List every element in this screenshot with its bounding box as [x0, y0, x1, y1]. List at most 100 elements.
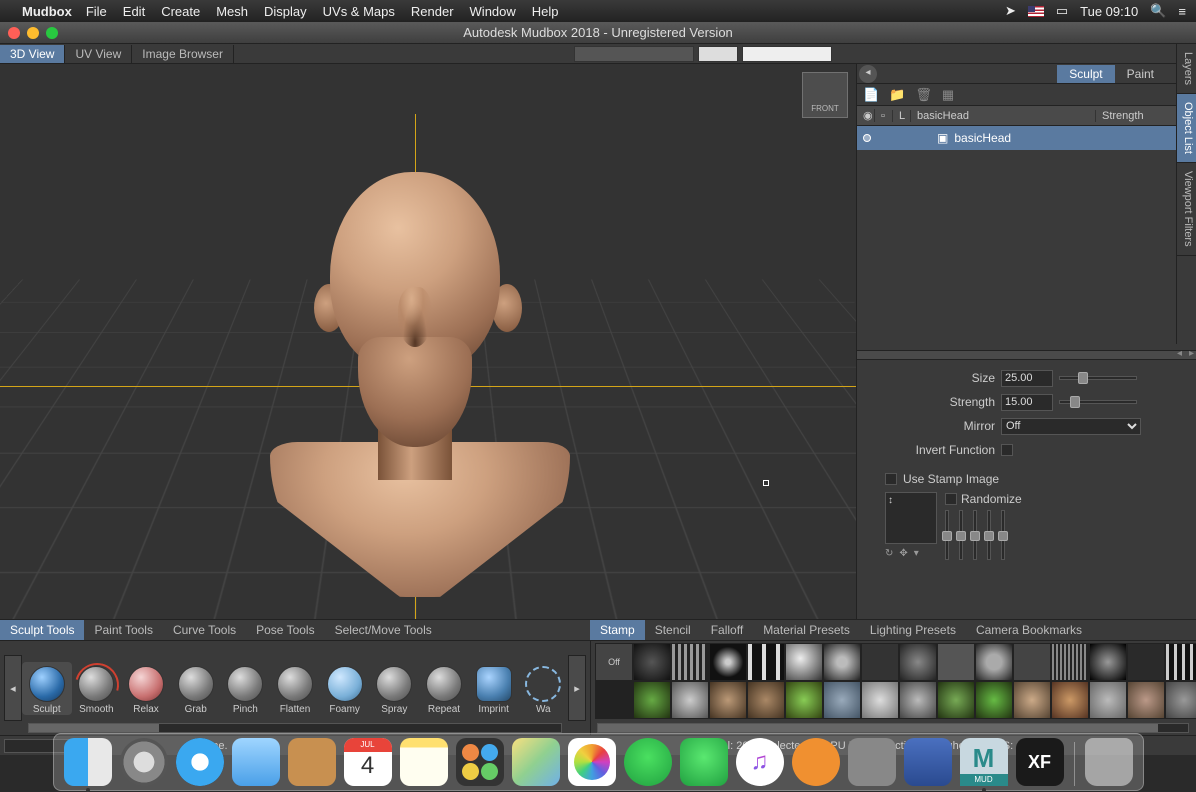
layer-options-icon[interactable]: ▦ — [942, 87, 954, 103]
stamp-thumb[interactable] — [937, 681, 975, 719]
tool-grab[interactable]: Grab — [171, 662, 221, 715]
panel-history-back[interactable]: ◂ — [859, 65, 877, 83]
dock-itunes-icon[interactable] — [736, 738, 784, 786]
dock-contacts-icon[interactable] — [288, 738, 336, 786]
dock-safari-icon[interactable] — [176, 738, 224, 786]
minimize-window-button[interactable] — [27, 27, 39, 39]
tool-smooth[interactable]: Smooth — [72, 662, 122, 715]
menu-uvs[interactable]: UVs & Maps — [323, 4, 395, 19]
dock-launchpad-icon[interactable] — [120, 738, 168, 786]
stamp-expand-icon[interactable]: ↕ — [888, 495, 893, 506]
stamp-thumb[interactable] — [975, 681, 1013, 719]
stamp-thumb[interactable] — [747, 643, 785, 681]
stamp-thumb[interactable] — [1089, 643, 1127, 681]
tab-sculpt-layers[interactable]: Sculpt — [1057, 65, 1114, 83]
stamp-thumb[interactable] — [709, 643, 747, 681]
stamp-thumb[interactable] — [671, 681, 709, 719]
new-folder-icon[interactable]: 📁 — [889, 87, 905, 103]
btab-stamp[interactable]: Stamp — [590, 620, 645, 640]
tool-pinch[interactable]: Pinch — [221, 662, 271, 715]
btab-material-presets[interactable]: Material Presets — [753, 620, 860, 640]
stamp-thumb[interactable] — [1127, 681, 1165, 719]
mirror-select[interactable]: Off — [1001, 418, 1141, 435]
dock-calendar-icon[interactable] — [344, 738, 392, 786]
new-layer-icon[interactable]: 📄 — [863, 87, 879, 103]
btab-select-move-tools[interactable]: Select/Move Tools — [325, 620, 442, 640]
rand-slider-1[interactable] — [945, 510, 949, 560]
layer-row-basichead[interactable]: ▣ basicHead — [857, 126, 1196, 150]
tools-scroll-right[interactable]: ▸ — [568, 655, 586, 721]
use-stamp-checkbox[interactable] — [885, 473, 897, 485]
dock-messages-icon[interactable] — [624, 738, 672, 786]
btab-sculpt-tools[interactable]: Sculpt Tools — [0, 620, 84, 640]
panel-splitter[interactable] — [857, 350, 1196, 360]
menu-display[interactable]: Display — [264, 4, 307, 19]
stamp-thumb[interactable] — [709, 681, 747, 719]
stamp-thumb[interactable] — [823, 643, 861, 681]
rand-slider-3[interactable] — [973, 510, 977, 560]
input-locale-icon[interactable] — [1028, 6, 1044, 17]
invert-checkbox[interactable] — [1001, 444, 1013, 456]
stamp-off[interactable]: Off — [595, 643, 633, 681]
stamp-reset-icon[interactable]: ↻ — [885, 548, 893, 559]
btab-pose-tools[interactable]: Pose Tools — [246, 620, 324, 640]
randomize-checkbox[interactable] — [945, 493, 957, 505]
stamp-thumb[interactable] — [1165, 643, 1196, 681]
btab-curve-tools[interactable]: Curve Tools — [163, 620, 246, 640]
menu-help[interactable]: Help — [532, 4, 559, 19]
size-slider[interactable] — [1059, 376, 1137, 380]
close-window-button[interactable] — [8, 27, 20, 39]
menubar-clock[interactable]: Tue 09:10 — [1080, 4, 1138, 19]
tab-3d-view[interactable]: 3D View — [0, 45, 65, 63]
material-select[interactable] — [742, 46, 832, 62]
dock-notes-icon[interactable] — [400, 738, 448, 786]
layer-visible-icon[interactable] — [863, 134, 871, 142]
tool-spray[interactable]: Spray — [369, 662, 419, 715]
vtab-viewport-filters[interactable]: Viewport Filters — [1177, 163, 1196, 256]
shading-select[interactable] — [698, 46, 738, 62]
dock-ibooks-icon[interactable] — [792, 738, 840, 786]
displays-icon[interactable]: ▭ — [1056, 3, 1068, 19]
app-menu[interactable]: Mudbox — [22, 4, 72, 19]
stamp-thumb[interactable] — [1051, 643, 1089, 681]
tool-sculpt[interactable]: Sculpt — [22, 662, 72, 715]
stamp-thumb[interactable] — [823, 681, 861, 719]
dock-trash-icon[interactable] — [1085, 738, 1133, 786]
dock-books-icon[interactable] — [904, 738, 952, 786]
tool-wax[interactable]: Wa — [518, 662, 568, 715]
stamp-thumb[interactable] — [747, 681, 785, 719]
dock-facetime-icon[interactable] — [680, 738, 728, 786]
stamp-thumb[interactable] — [861, 681, 899, 719]
stamp-preview[interactable]: ↕ — [885, 492, 937, 544]
stamp-thumb[interactable] — [595, 681, 633, 719]
btab-stencil[interactable]: Stencil — [645, 620, 701, 640]
tools-scroll-left[interactable]: ◂ — [4, 655, 22, 721]
stamp-move-icon[interactable]: ✥ — [899, 548, 907, 559]
rand-slider-5[interactable] — [1001, 510, 1005, 560]
viewcube[interactable]: FRONT — [802, 72, 848, 118]
stamp-thumb[interactable] — [1127, 643, 1165, 681]
btab-falloff[interactable]: Falloff — [701, 620, 753, 640]
tab-paint-layers[interactable]: Paint — [1115, 65, 1166, 83]
rand-slider-2[interactable] — [959, 510, 963, 560]
strength-input[interactable] — [1001, 394, 1053, 411]
stamp-thumb[interactable] — [785, 681, 823, 719]
menu-list-icon[interactable]: ≡ — [1178, 4, 1186, 19]
rand-slider-4[interactable] — [987, 510, 991, 560]
stamp-thumb[interactable] — [899, 643, 937, 681]
tool-repeat[interactable]: Repeat — [419, 662, 469, 715]
size-input[interactable] — [1001, 370, 1053, 387]
vtab-object-list[interactable]: Object List — [1177, 94, 1196, 163]
stamp-thumb[interactable] — [1165, 681, 1196, 719]
tool-flatten[interactable]: Flatten — [270, 662, 320, 715]
dock-preferences-icon[interactable] — [848, 738, 896, 786]
stamp-thumb[interactable] — [899, 681, 937, 719]
menu-edit[interactable]: Edit — [123, 4, 145, 19]
delete-layer-icon[interactable]: 🗑 — [915, 87, 932, 103]
spotlight-icon[interactable]: 🔍 — [1150, 3, 1166, 19]
stamp-thumb[interactable] — [1013, 681, 1051, 719]
dock-mail-icon[interactable] — [232, 738, 280, 786]
stamp-thumb[interactable] — [1089, 681, 1127, 719]
dock-reminders-icon[interactable] — [456, 738, 504, 786]
strength-slider[interactable] — [1059, 400, 1137, 404]
